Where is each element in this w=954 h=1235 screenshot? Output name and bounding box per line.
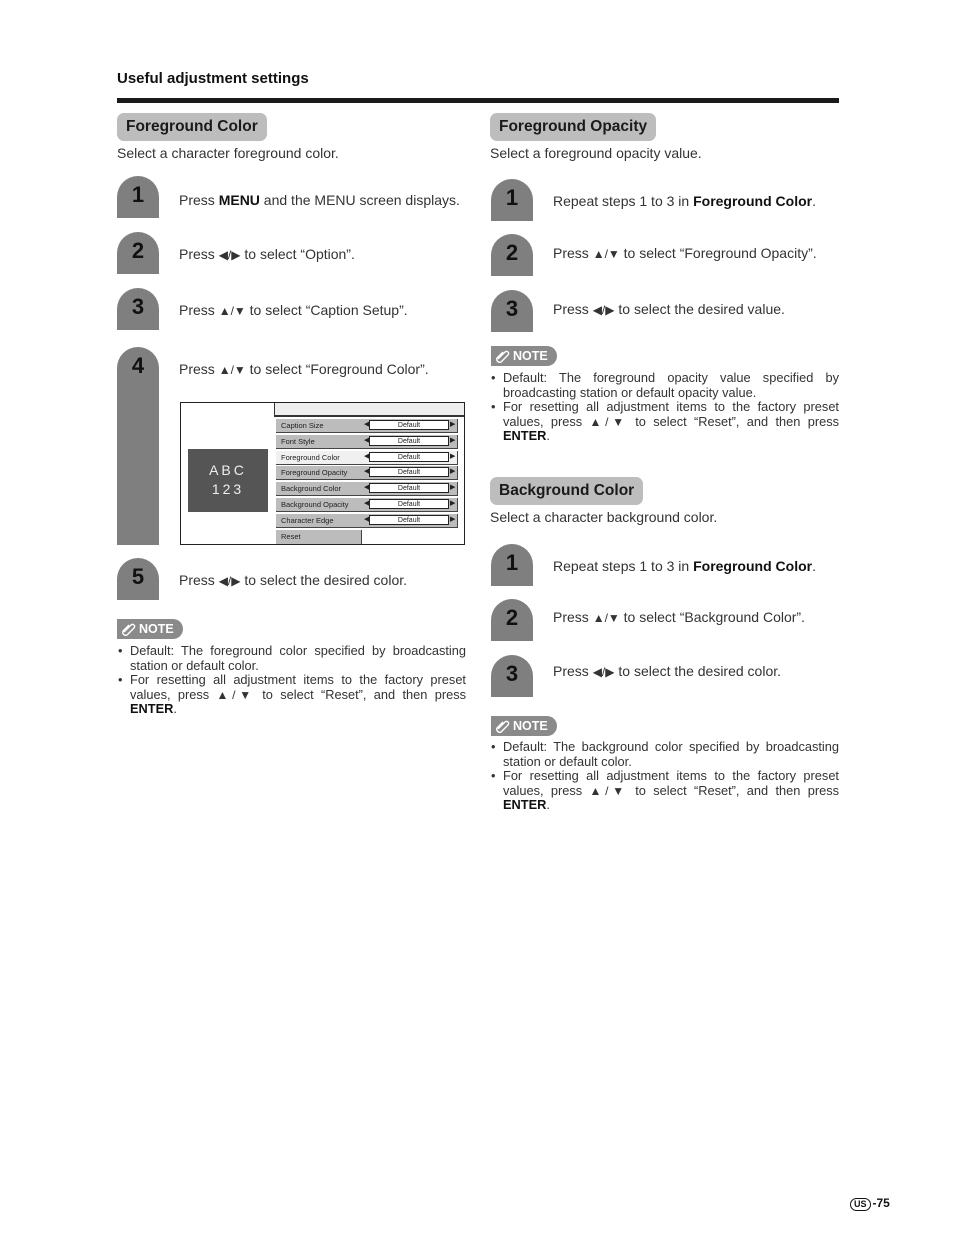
menu-row-value: Default — [369, 435, 449, 446]
menu-row-label: Foreground Opacity — [281, 468, 348, 478]
us-region-badge: US — [850, 1198, 871, 1211]
right-arrow-icon[interactable]: ▶ — [450, 515, 455, 523]
caption-preview: ABC 123 — [188, 449, 268, 512]
step-1-text: Press MENU and the MENU screen displays. — [179, 192, 460, 208]
menu-row-caption-size[interactable]: Caption Size ◀ Default ▶ — [276, 419, 458, 433]
right-arrow-icon[interactable]: ▶ — [450, 467, 455, 475]
menu-row-font-style[interactable]: Font Style ◀ Default ▶ — [276, 434, 458, 449]
section-title-foreground-color: Foreground Color — [117, 113, 267, 141]
right-arrow-icon[interactable]: ▶ — [450, 420, 455, 428]
step-badge-5: 5 — [117, 558, 159, 600]
note-badge: NOTE — [117, 619, 183, 639]
menu-row-label: Background Color — [281, 484, 342, 494]
section-title-foreground-opacity: Foreground Opacity — [490, 113, 657, 141]
header-rule — [117, 98, 839, 103]
up-down-arrows-icon: ▲/▼ — [592, 611, 620, 625]
menu-row-value: Default — [369, 483, 449, 494]
menu-row-value: Default — [369, 514, 449, 525]
menu-row-background-color[interactable]: Background Color ◀ Default ▶ — [276, 482, 458, 497]
note-item: Default: The foreground color specified … — [117, 643, 466, 673]
step-badge-2: 2 — [491, 599, 533, 641]
menu-row-label: Font Style — [281, 436, 315, 446]
step-badge-1: 1 — [491, 179, 533, 221]
section-subtitle: Select a character foreground color. — [117, 145, 339, 161]
note-item: For resetting all adjustment items to th… — [490, 768, 839, 813]
note-item: Default: The background color specified … — [490, 739, 839, 769]
left-right-arrows-icon: ◀/▶ — [592, 303, 615, 317]
note-badge: NOTE — [491, 716, 557, 736]
right-arrow-icon[interactable]: ▶ — [450, 499, 455, 507]
step-badge-1: 1 — [491, 544, 533, 586]
menu-row-value: Default — [369, 420, 449, 430]
menu-row-foreground-opacity[interactable]: Foreground Opacity ◀ Default ▶ — [276, 466, 458, 481]
menu-row-foreground-color[interactable]: Foreground Color ◀ Default ▶ — [276, 450, 458, 465]
step-1-text: Repeat steps 1 to 3 in Foreground Color. — [553, 558, 816, 574]
step-3-text: Press ◀/▶ to select the desired value. — [553, 301, 785, 317]
note-item: Default: The foreground opacity value sp… — [490, 370, 839, 400]
menu-row-value: Default — [369, 499, 449, 509]
step-badge-2: 2 — [117, 232, 159, 274]
menu-row-character-edge[interactable]: Character Edge ◀ Default ▶ — [276, 513, 458, 528]
step-badge-2: 2 — [491, 234, 533, 276]
left-right-arrows-icon: ◀/▶ — [218, 248, 241, 262]
menu-row-label: Background Opacity — [281, 500, 349, 509]
menu-row-value: Default — [369, 451, 449, 462]
menu-row-value: Default — [369, 467, 449, 478]
menu-row-label: Character Edge — [281, 515, 334, 525]
step-3-text: Press ◀/▶ to select the desired color. — [553, 663, 782, 679]
left-right-arrows-icon: ◀/▶ — [592, 665, 615, 679]
note-item: For resetting all adjustment items to th… — [490, 399, 839, 444]
paperclip-icon — [496, 350, 510, 363]
step-5-text: Press ◀/▶ to select the desired color. — [179, 572, 408, 588]
note-list: Default: The foreground opacity value sp… — [490, 370, 839, 444]
step-badge-3: 3 — [117, 288, 159, 330]
menu-row-background-opacity[interactable]: Background Opacity ◀ Default ▶ — [276, 498, 458, 512]
step-3-text: Press ▲/▼ to select “Caption Setup”. — [179, 302, 408, 318]
step-badge-1: 1 — [117, 176, 159, 218]
section-title-background-color: Background Color — [490, 477, 644, 505]
up-down-arrows-icon: ▲/▼ — [589, 783, 628, 798]
up-down-arrows-icon: ▲/▼ — [218, 304, 246, 318]
step-badge-3: 3 — [491, 655, 533, 697]
menu-header-bar — [274, 403, 464, 417]
section-subtitle: Select a character background color. — [490, 509, 718, 525]
up-down-arrows-icon: ▲/▼ — [592, 247, 620, 261]
note-list: Default: The background color specified … — [490, 739, 839, 813]
caption-setup-menu-screen: ABC 123 Caption Size ◀ Default ▶ Font Style ◀… — [180, 402, 465, 545]
right-arrow-icon[interactable]: ▶ — [450, 452, 455, 460]
step-badge-3: 3 — [491, 290, 533, 332]
step-2-text: Press ◀/▶ to select “Option”. — [179, 246, 355, 262]
step-4-text: Press ▲/▼ to select “Foreground Color”. — [179, 361, 429, 377]
right-arrow-icon[interactable]: ▶ — [450, 483, 455, 491]
menu-row-label: Foreground Color — [281, 452, 340, 462]
menu-row-label: Caption Size — [281, 421, 324, 430]
up-down-arrows-icon: ▲/▼ — [218, 363, 246, 377]
step-2-text: Press ▲/▼ to select “Background Color”. — [553, 609, 805, 625]
paperclip-icon — [122, 623, 136, 636]
note-item: For resetting all adjustment items to th… — [117, 672, 466, 717]
page-header: Useful adjustment settings — [117, 70, 309, 87]
up-down-arrows-icon: ▲/▼ — [216, 687, 255, 702]
menu-row-reset[interactable]: Reset — [276, 530, 362, 544]
note-badge: NOTE — [491, 346, 557, 366]
right-arrow-icon[interactable]: ▶ — [450, 436, 455, 444]
paperclip-icon — [496, 720, 510, 733]
step-badge-4: 4 — [117, 347, 159, 545]
note-list: Default: The foreground color specified … — [117, 643, 466, 717]
left-right-arrows-icon: ◀/▶ — [218, 574, 241, 588]
up-down-arrows-icon: ▲/▼ — [589, 414, 628, 429]
step-2-text: Press ▲/▼ to select “Foreground Opacity”… — [553, 245, 817, 261]
page-number: US -75 — [850, 1196, 890, 1211]
section-subtitle: Select a foreground opacity value. — [490, 145, 702, 161]
step-1-text: Repeat steps 1 to 3 in Foreground Color. — [553, 193, 816, 209]
